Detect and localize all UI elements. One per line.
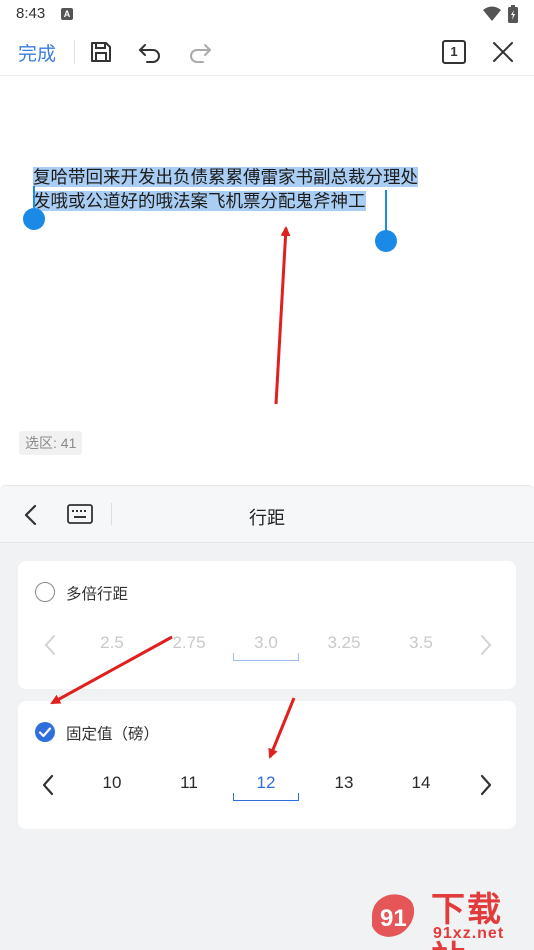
panel-header: 行距 (0, 486, 534, 543)
multiple-spacing-radio[interactable] (35, 582, 55, 602)
wifi-icon (483, 6, 501, 21)
svg-text:91: 91 (380, 905, 407, 932)
status-time: 8:43 (16, 5, 46, 22)
battery-icon (508, 5, 518, 23)
fixed-spacing-checkbox[interactable] (35, 722, 55, 742)
picker-selection-bracket (233, 793, 299, 801)
picker-prev-icon[interactable] (42, 633, 58, 657)
selection-end-handle[interactable] (374, 190, 398, 254)
picker-value[interactable]: 11 (149, 773, 229, 793)
save-icon[interactable] (87, 38, 115, 66)
picker-value[interactable]: 10 (72, 773, 152, 793)
editor-toolbar: 完成 1 (0, 28, 534, 76)
watermark-url: 91xz.net (433, 925, 505, 942)
picker-value-selected[interactable]: 3.0 (226, 633, 306, 653)
page-count-icon[interactable]: 1 (442, 40, 466, 64)
document-area[interactable]: 复哈带回来开发出负债累累傅雷家书副总裁分理处 发哦或公道好的哦法案飞机票分配鬼斧… (0, 77, 534, 485)
picker-value[interactable]: 2.75 (149, 633, 229, 653)
panel-title: 行距 (249, 508, 285, 528)
fixed-spacing-label: 固定值（磅） (66, 726, 160, 743)
toolbar-divider (74, 40, 75, 64)
picker-selection-bracket (233, 653, 299, 661)
picker-value[interactable]: 2.5 (72, 633, 152, 653)
multiple-spacing-label: 多倍行距 (66, 586, 129, 603)
multiple-spacing-picker[interactable]: 2.5 2.75 3.0 3.25 3.5 (18, 625, 516, 665)
picker-prev-icon[interactable] (40, 773, 56, 797)
picker-next-icon[interactable] (478, 633, 494, 657)
picker-next-icon[interactable] (478, 773, 494, 797)
multiple-spacing-card: 多倍行距 2.5 2.75 3.0 3.25 3.5 (18, 561, 516, 689)
status-bar: 8:43 A (0, 0, 534, 28)
notification-icon: A (61, 8, 73, 20)
selection-start-handle[interactable] (22, 186, 46, 232)
watermark-logo-icon: 91 (372, 894, 415, 937)
line-spacing-panel: 行距 多倍行距 2.5 2.75 3.0 3.25 3.5 固定值（磅） 10 … (0, 485, 534, 950)
picker-value[interactable]: 3.5 (381, 633, 461, 653)
done-button[interactable]: 完成 (18, 39, 56, 66)
fixed-spacing-card: 固定值（磅） 10 11 12 13 14 (18, 701, 516, 829)
picker-value-selected[interactable]: 12 (226, 773, 306, 793)
selected-text-line: 发哦或公道好的哦法案飞机票分配鬼斧神工 (33, 191, 366, 211)
selected-text-line: 复哈带回来开发出负债累累傅雷家书副总裁分理处 (33, 167, 418, 187)
fixed-spacing-picker[interactable]: 10 11 12 13 14 (18, 765, 516, 805)
selection-count-badge: 选区: 41 (19, 431, 83, 455)
picker-value[interactable]: 13 (304, 773, 384, 793)
redo-icon[interactable] (186, 38, 214, 66)
close-icon[interactable] (489, 38, 517, 66)
picker-value[interactable]: 3.25 (304, 633, 384, 653)
picker-value[interactable]: 14 (381, 773, 461, 793)
undo-icon[interactable] (136, 38, 164, 66)
